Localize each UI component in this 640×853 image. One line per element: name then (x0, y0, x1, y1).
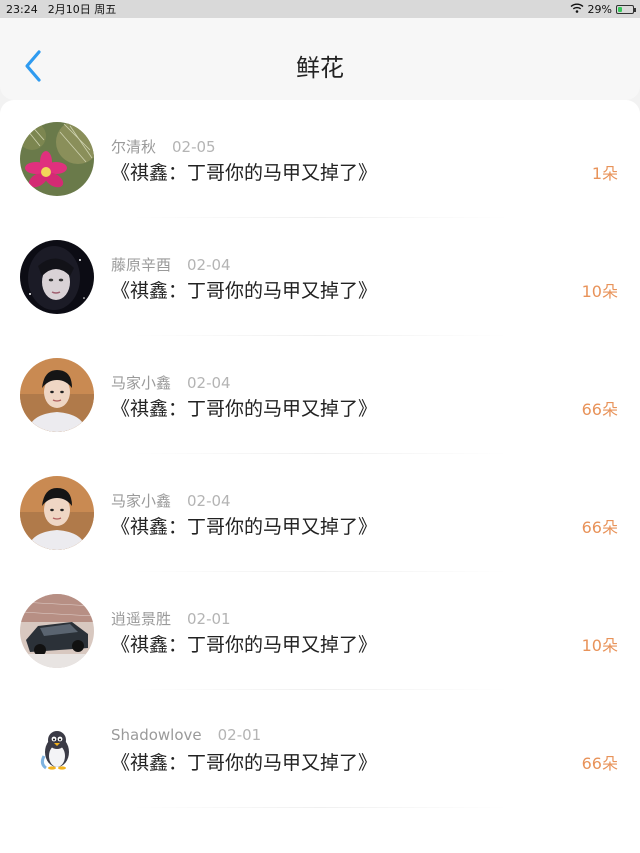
work-title[interactable]: 《祺鑫：丁哥你的马甲又掉了》 (111, 276, 377, 303)
cactus-flower-photo (20, 122, 94, 196)
item-meta: Shadowlove 02-01 (111, 726, 261, 744)
battery-percent: 29% (587, 2, 612, 16)
work-title[interactable]: 《祺鑫：丁哥你的马甲又掉了》 (111, 394, 377, 421)
item-meta: 马家小鑫 02-04 (111, 490, 231, 511)
item-date: 02-04 (187, 256, 231, 274)
penguin-icon (20, 712, 94, 786)
item-date: 02-04 (187, 374, 231, 392)
flower-count: 66朵 (581, 400, 618, 419)
girl-portrait-photo (20, 240, 94, 314)
work-title[interactable]: 《祺鑫：丁哥你的马甲又掉了》 (111, 512, 377, 539)
flower-count: 10朵 (581, 636, 618, 655)
item-date: 02-01 (187, 610, 231, 628)
list-item[interactable]: 马家小鑫 02-04 《祺鑫：丁哥你的马甲又掉了》 66朵 (0, 454, 640, 572)
work-title[interactable]: 《祺鑫：丁哥你的马甲又掉了》 (111, 158, 377, 185)
user-name[interactable]: Shadowlove (111, 726, 202, 744)
avatar[interactable] (20, 358, 94, 432)
item-date: 02-04 (187, 492, 231, 510)
user-name[interactable]: 尔清秋 (111, 138, 156, 156)
flower-count: 66朵 (581, 754, 618, 773)
wifi-icon (570, 3, 584, 16)
list-item[interactable]: 马家小鑫 02-04 《祺鑫：丁哥你的马甲又掉了》 66朵 (0, 336, 640, 454)
nav-header: 鲜花 (0, 18, 640, 100)
item-date: 02-05 (172, 138, 216, 156)
divider (130, 807, 510, 808)
avatar[interactable] (20, 594, 94, 668)
status-time: 23:24 (6, 2, 38, 16)
avatar[interactable] (20, 240, 94, 314)
avatar[interactable] (20, 476, 94, 550)
car-photo (20, 594, 94, 668)
item-date: 02-01 (217, 726, 262, 744)
status-bar: 23:24 2月10日 周五 29% (0, 0, 640, 18)
avatar[interactable] (20, 712, 94, 786)
item-meta: 逍遥景胜 02-01 (111, 608, 231, 629)
flower-count: 66朵 (581, 518, 618, 537)
user-name[interactable]: 藤原辛酉 (111, 256, 171, 274)
work-title[interactable]: 《祺鑫：丁哥你的马甲又掉了》 (111, 630, 377, 657)
user-name[interactable]: 马家小鑫 (111, 492, 171, 510)
item-meta: 尔清秋 02-05 (111, 136, 216, 157)
status-date: 2月10日 周五 (47, 3, 117, 16)
page-title: 鲜花 (296, 54, 344, 82)
boy-portrait-photo (20, 358, 94, 432)
work-title[interactable]: 《祺鑫：丁哥你的马甲又掉了》 (111, 748, 377, 775)
status-right: 29% (570, 2, 636, 16)
avatar[interactable] (20, 122, 94, 196)
list-item[interactable]: Shadowlove 02-01 《祺鑫：丁哥你的马甲又掉了》 66朵 (0, 690, 640, 808)
user-name[interactable]: 逍遥景胜 (111, 610, 171, 628)
battery-icon (616, 4, 636, 14)
item-meta: 马家小鑫 02-04 (111, 372, 231, 393)
flower-count: 1朵 (591, 164, 618, 183)
flower-count: 10朵 (581, 282, 618, 301)
item-meta: 藤原辛酉 02-04 (111, 254, 231, 275)
flower-list: 尔清秋 02-05 《祺鑫：丁哥你的马甲又掉了》 1朵 藤原辛酉 02-04 《祺鑫… (0, 100, 640, 853)
list-item[interactable]: 藤原辛酉 02-04 《祺鑫：丁哥你的马甲又掉了》 10朵 (0, 218, 640, 336)
list-item[interactable]: 尔清秋 02-05 《祺鑫：丁哥你的马甲又掉了》 1朵 (0, 100, 640, 218)
boy-portrait-photo (20, 476, 94, 550)
user-name[interactable]: 马家小鑫 (111, 374, 171, 392)
list-item[interactable]: 逍遥景胜 02-01 《祺鑫：丁哥你的马甲又掉了》 10朵 (0, 572, 640, 690)
